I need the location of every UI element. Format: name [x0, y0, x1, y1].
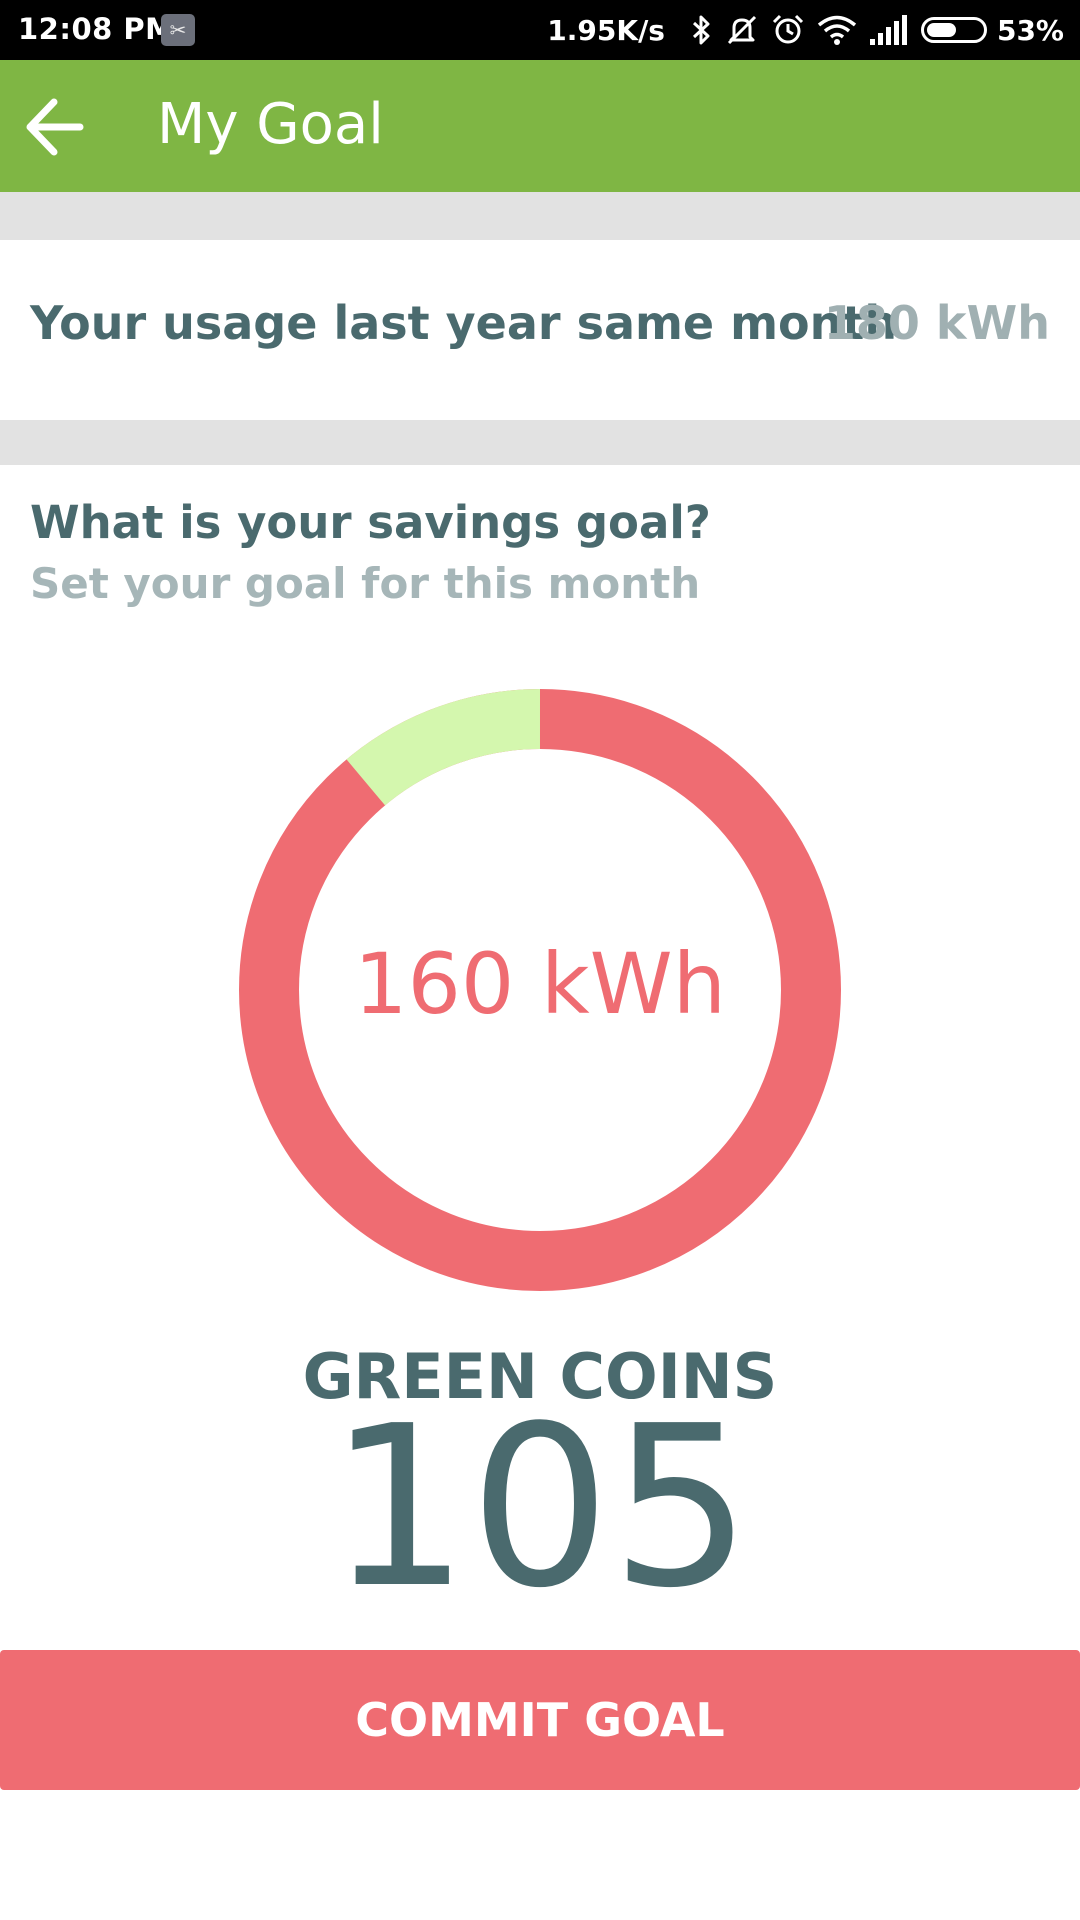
page-title: My Goal	[157, 92, 384, 157]
section-divider	[0, 192, 1080, 240]
goal-question: What is your savings goal?	[30, 496, 711, 549]
donut-savings-arc[interactable]	[346, 689, 541, 806]
green-coins-value: 105	[328, 1379, 752, 1637]
usage-label: Your usage last year same month	[30, 296, 898, 350]
section-divider	[0, 420, 1080, 465]
battery-percentage: 53%	[996, 13, 1064, 47]
signal-icon	[869, 15, 907, 45]
bluetooth-icon	[692, 15, 710, 45]
usage-row: Your usage last year same month 180 kWh	[0, 240, 1080, 420]
wifi-icon	[817, 15, 857, 45]
mute-icon	[727, 15, 757, 45]
status-icons: 1.95K/s 53%	[547, 0, 1064, 60]
status-bar: 12:08 PM ✂ 1.95K/s 53%	[0, 0, 1080, 60]
usage-value: 180 kWh	[823, 296, 1050, 350]
app-notification-icon: ✂	[161, 14, 195, 46]
commit-goal-button[interactable]: COMMIT GOAL	[0, 1650, 1080, 1790]
battery-icon	[920, 17, 987, 43]
goal-value-label: 160 kWh	[354, 935, 726, 1033]
goal-subtitle: Set your goal for this month	[30, 559, 701, 608]
network-speed: 1.95K/s	[547, 13, 665, 47]
status-time: 12:08 PM	[18, 12, 175, 46]
alarm-icon	[772, 14, 804, 44]
arrow-left-icon[interactable]	[18, 90, 92, 164]
app-bar: My Goal	[0, 60, 1080, 192]
